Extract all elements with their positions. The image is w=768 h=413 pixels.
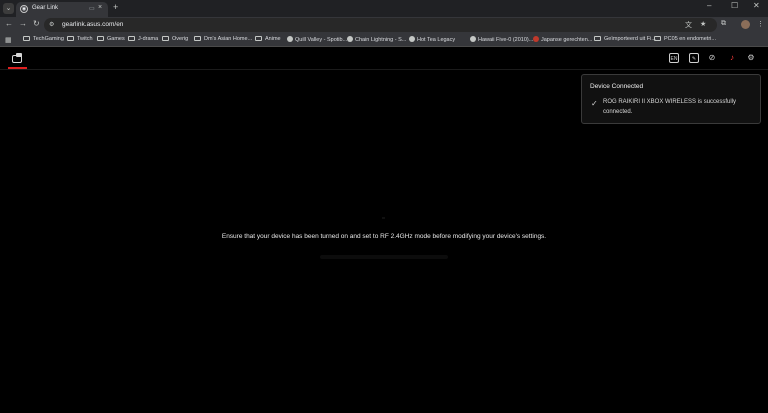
browser-toolbar: ← → ↻ ⚙ gearlink.asus.com/en 文 ★ ⧉ ⋮	[0, 17, 768, 33]
tab-gear-link[interactable]: ◉ Gear Link ▭ ×	[16, 2, 108, 17]
toast-title: Device Connected	[590, 83, 644, 90]
site-info-icon[interactable]: ⚙	[49, 21, 54, 28]
forward-button[interactable]: →	[19, 19, 27, 28]
bookmark-label: Hawaii Five-0 (2010)...	[478, 37, 534, 43]
bookmark-japanse-gerechten[interactable]: Japanse gerechten...	[533, 36, 592, 45]
checkmark-icon: ✓	[591, 99, 598, 108]
bookmark-label: Chain Lightning - S...	[355, 37, 407, 43]
tab-strip: ⌄ ◉ Gear Link ▭ × + – ☐ ✕	[0, 0, 768, 17]
close-window-button[interactable]: ✕	[753, 1, 760, 10]
minimize-button[interactable]: –	[707, 1, 711, 10]
new-tab-button[interactable]: +	[113, 2, 118, 12]
screen: ⌄ ◉ Gear Link ▭ × + – ☐ ✕ ← → ↻ ⚙ gearli…	[0, 0, 768, 413]
folder-icon	[194, 36, 201, 41]
folder-icon	[255, 36, 262, 41]
folder-icon	[162, 36, 169, 41]
site-favicon-icon	[287, 36, 293, 42]
url-text[interactable]: gearlink.asus.com/en	[62, 21, 123, 28]
faded-loading-bar	[320, 255, 448, 259]
site-favicon-icon	[347, 36, 353, 42]
notification-bell-icon[interactable]: ♪	[727, 53, 737, 63]
site-favicon-icon	[409, 36, 415, 42]
bookmark-label: Hot Tea Legacy	[417, 37, 456, 43]
extensions-icon[interactable]: ⧉	[721, 20, 726, 28]
tab-media-icon: ▭	[89, 6, 95, 12]
gear-link-favicon-icon: ◉	[20, 5, 28, 13]
site-favicon-icon	[470, 36, 476, 42]
bookmark-label: Overig	[172, 36, 189, 42]
bookmark-j-drama[interactable]: J-drama	[128, 36, 158, 45]
edit-icon[interactable]: ✎	[689, 53, 699, 63]
bookmark-label: Japanse gerechten...	[541, 37, 593, 43]
gearlink-app-bar: EN ✎ ⊘ ♪ ⚙	[0, 48, 768, 70]
device-icon-accent	[16, 53, 22, 57]
folder-icon	[654, 36, 661, 41]
reload-button[interactable]: ↻	[33, 19, 40, 28]
bookmark-label: J-drama	[138, 36, 159, 42]
bookmark-twitch[interactable]: Twitch	[67, 36, 93, 45]
bookmark-label: Quill Valley - Spotib...	[295, 37, 348, 43]
bookmark-asian-home[interactable]: Dm's Asian Home...	[194, 36, 252, 45]
bookmark-label: PC05 en endometri...	[664, 36, 716, 42]
support-icon[interactable]: ⊘	[707, 53, 717, 63]
folder-icon	[67, 36, 74, 41]
back-button[interactable]: ←	[5, 19, 13, 28]
maximize-button[interactable]: ☐	[731, 1, 738, 10]
bookmark-label: Games	[107, 36, 125, 42]
menu-icon[interactable]: ⋮	[757, 20, 764, 28]
bookmark-games[interactable]: Games	[97, 36, 125, 45]
settings-gear-icon[interactable]: ⚙	[746, 53, 756, 63]
bookmark-techgaming[interactable]: TechGaming	[23, 36, 64, 45]
bookmark-label: Geïmporteerd uit Fi...	[604, 36, 656, 42]
toast-message: ROG RAIKIRI II XBOX WIRELESS is successf…	[603, 99, 737, 115]
bookmark-star-icon[interactable]: ★	[700, 20, 706, 28]
apps-grid-icon[interactable]: ▦	[5, 36, 12, 44]
bookmark-anime[interactable]: Anime	[255, 36, 281, 45]
folder-icon	[594, 36, 601, 41]
translate-icon[interactable]: 文	[685, 20, 692, 30]
bookmark-pc05[interactable]: PC05 en endometri...	[654, 36, 716, 45]
bookmark-label: Twitch	[77, 36, 93, 42]
tab-close-icon[interactable]: ×	[98, 4, 102, 11]
bookmark-geimporteerd[interactable]: Geïmporteerd uit Fi...	[594, 36, 656, 45]
bookmark-overig[interactable]: Overig	[162, 36, 188, 45]
device-instruction-message: Ensure that your device has been turned …	[221, 233, 547, 240]
tab-title: Gear Link	[32, 5, 59, 11]
bookmarks-bar: ▦ TechGaming Twitch Games J-drama Overig…	[0, 33, 768, 47]
bookmark-quill-valley[interactable]: Quill Valley - Spotib...	[287, 36, 347, 45]
folder-icon	[23, 36, 30, 41]
language-icon[interactable]: EN	[669, 53, 679, 63]
active-tab-indicator	[8, 67, 27, 69]
avatar[interactable]	[741, 20, 750, 29]
device-connected-toast: Device Connected ✓ ROG RAIKIRI II XBOX W…	[581, 74, 761, 124]
faded-indicator	[382, 217, 385, 219]
bookmark-label: Anime	[265, 36, 281, 42]
chevron-down-icon[interactable]: ⌄	[3, 3, 14, 14]
folder-icon	[128, 36, 135, 41]
address-bar[interactable]: ⚙ gearlink.asus.com/en 文 ★	[44, 18, 717, 32]
bookmark-hot-tea-legacy[interactable]: Hot Tea Legacy	[409, 36, 455, 45]
folder-icon	[97, 36, 104, 41]
bookmark-label: Dm's Asian Home...	[204, 36, 253, 42]
bookmark-hawaii-five-0[interactable]: Hawaii Five-0 (2010)...	[470, 36, 533, 45]
bookmark-label: TechGaming	[33, 36, 64, 42]
bookmark-chain-lightning[interactable]: Chain Lightning - S...	[347, 36, 406, 45]
site-favicon-icon	[533, 36, 539, 42]
